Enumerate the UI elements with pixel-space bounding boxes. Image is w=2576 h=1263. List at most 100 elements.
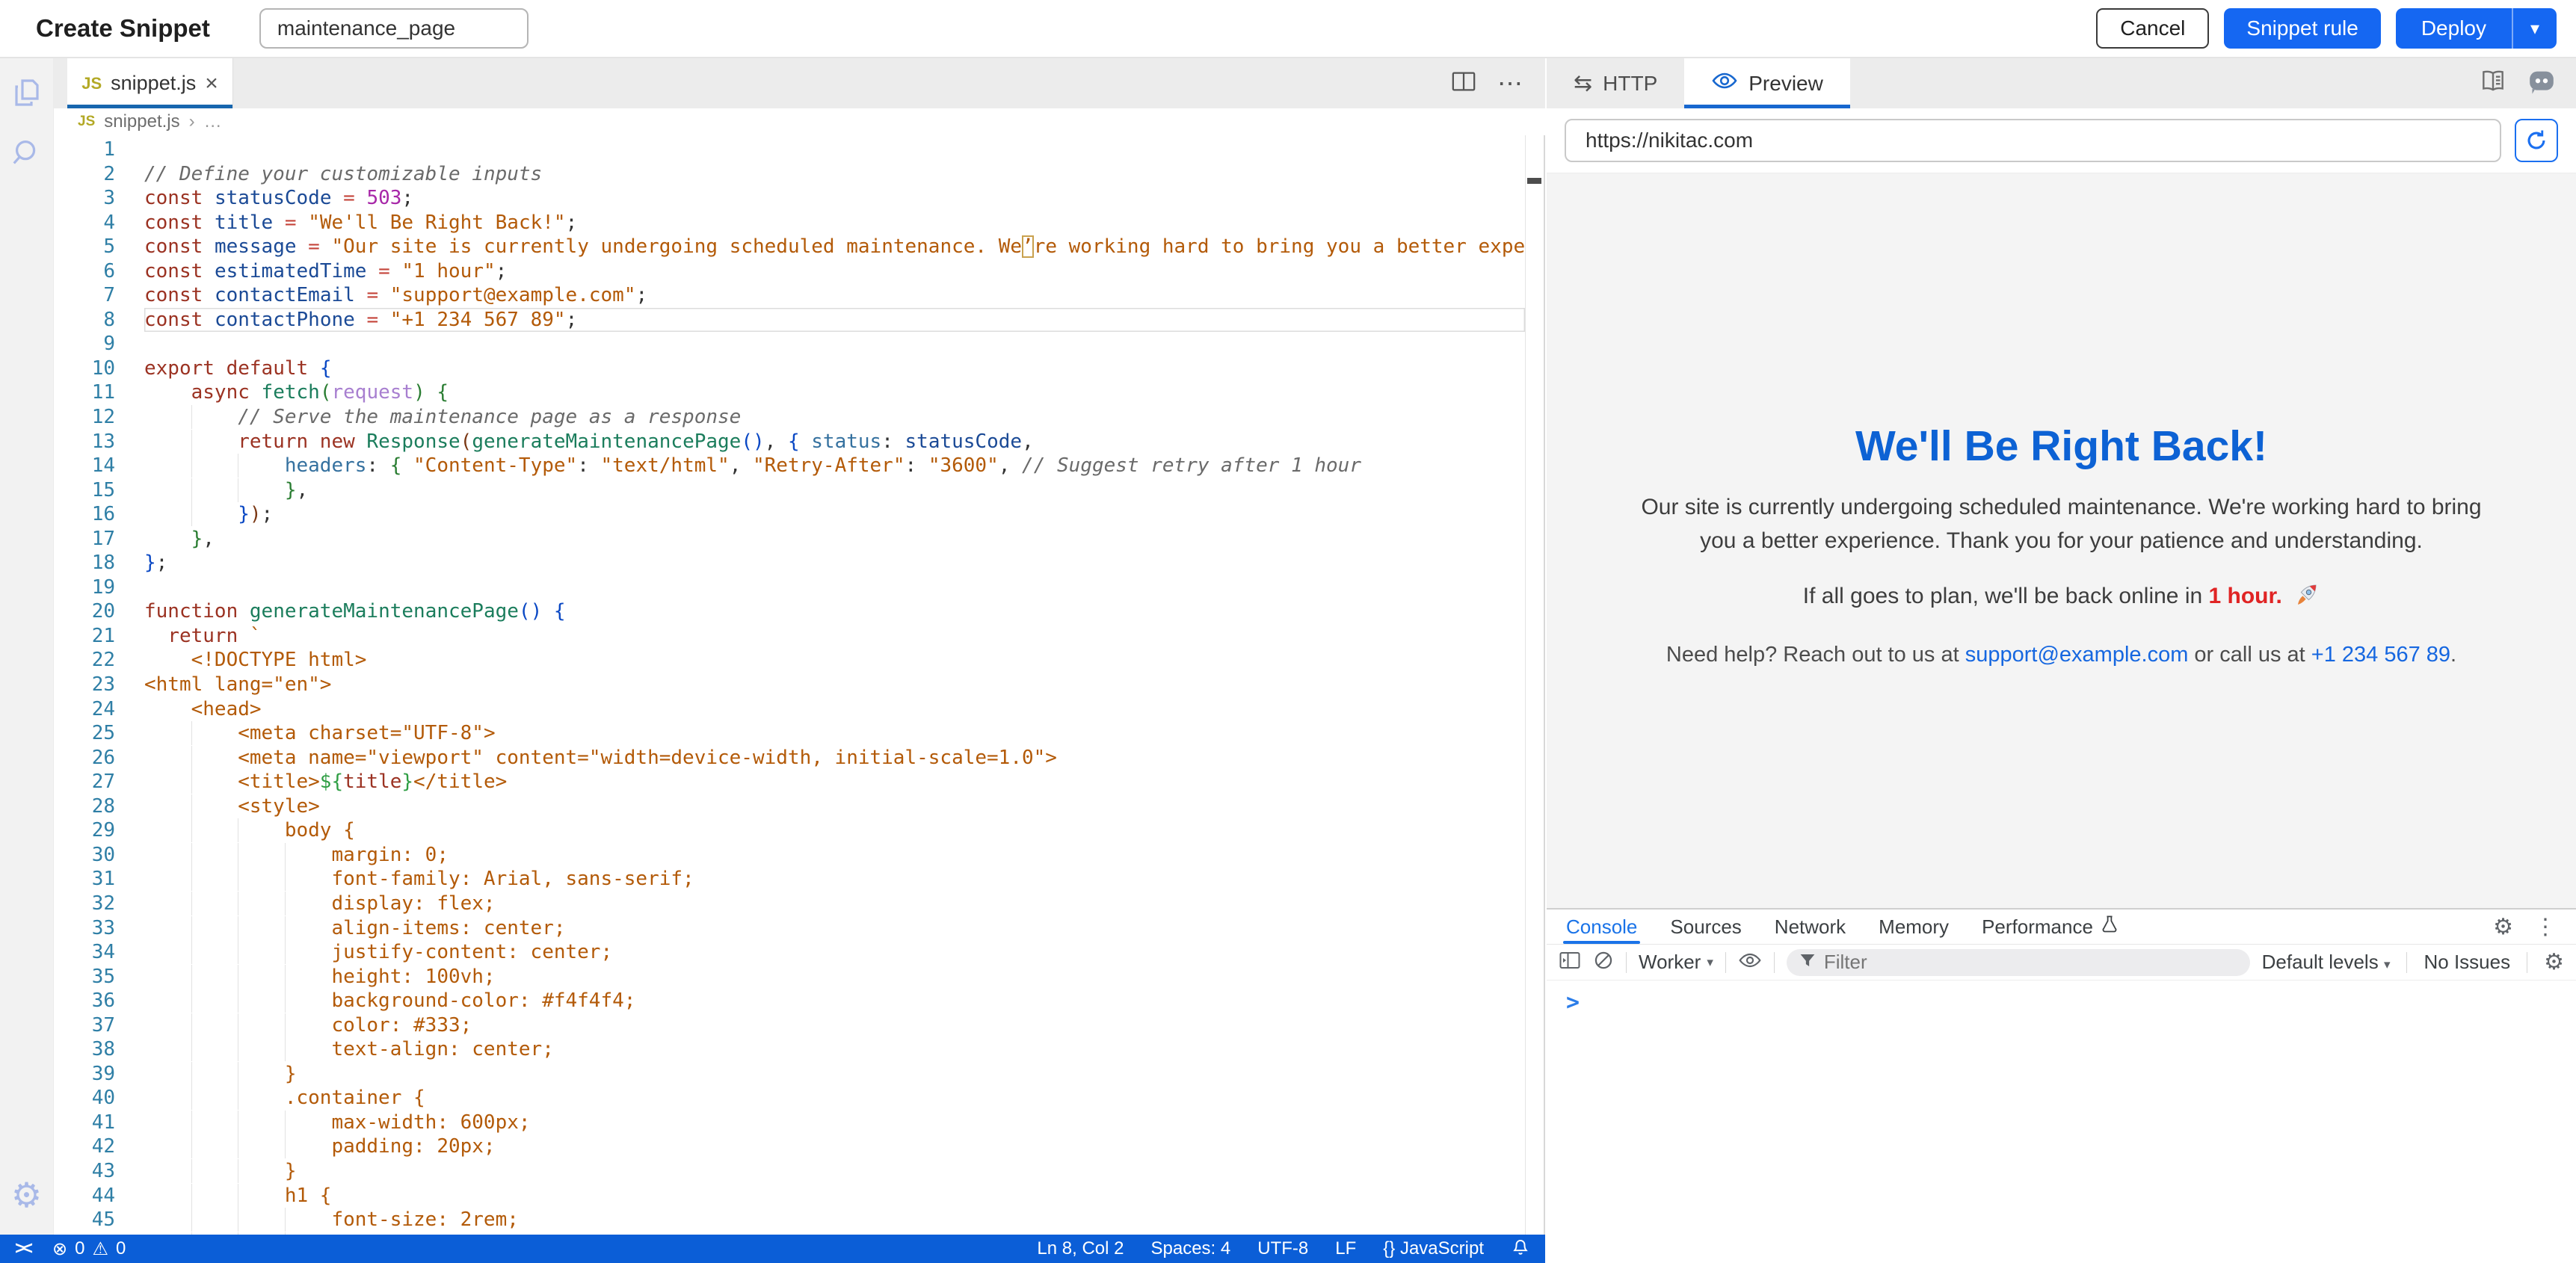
devtools-tab-sources[interactable]: Sources [1670, 910, 1741, 944]
files-icon[interactable] [9, 75, 45, 111]
code-line[interactable]: 37color: #333; [54, 1013, 1525, 1038]
code-line[interactable]: 10export default { [54, 356, 1525, 381]
url-input[interactable] [1565, 119, 2501, 162]
code-line[interactable]: 35height: 100vh; [54, 965, 1525, 989]
remote-indicator-icon[interactable]: >< [15, 1238, 30, 1259]
code-line[interactable]: 8const contactPhone = "+1 234 567 89"; [54, 308, 1525, 333]
code-line[interactable]: 19 [54, 575, 1525, 600]
cursor-position[interactable]: Ln 8, Col 2 [1037, 1238, 1124, 1259]
code-line[interactable]: 28<style> [54, 794, 1525, 819]
devtools-settings-gear-icon[interactable]: ⚙ [2493, 914, 2513, 940]
notifications-bell-icon[interactable] [1511, 1236, 1530, 1262]
deploy-dropdown-button[interactable]: ▾ [2513, 8, 2557, 49]
problems-status[interactable]: ⊗ 0 ⚠ 0 [52, 1238, 126, 1260]
code-line[interactable]: 18}; [54, 551, 1525, 575]
code-line[interactable]: 17}, [54, 527, 1525, 552]
code-line[interactable]: 1 [54, 138, 1525, 162]
console-body[interactable]: > [1547, 981, 2576, 1016]
console-settings-gear-icon[interactable]: ⚙ [2544, 949, 2564, 975]
code-line[interactable]: 14headers: { "Content-Type": "text/html"… [54, 454, 1525, 478]
tab-snippet-js[interactable]: JS snippet.js × [67, 58, 233, 108]
code-line[interactable]: 33align-items: center; [54, 916, 1525, 941]
phone-link[interactable]: +1 234 567 89 [2311, 643, 2450, 667]
support-email-link[interactable]: support@example.com [1965, 643, 2189, 667]
code-line[interactable]: 22<!DOCTYPE html> [54, 648, 1525, 673]
code-line[interactable]: 9 [54, 332, 1525, 356]
code-line[interactable]: 2// Define your customizable inputs [54, 162, 1525, 187]
devtools-tab-console[interactable]: Console [1566, 910, 1637, 944]
tab-preview[interactable]: Preview [1684, 58, 1850, 108]
code-line[interactable]: 30margin: 0; [54, 843, 1525, 868]
eol-sequence[interactable]: LF [1335, 1238, 1356, 1259]
close-tab-icon[interactable]: × [205, 72, 218, 95]
tab-http[interactable]: ⇆ HTTP [1547, 58, 1684, 108]
more-actions-icon[interactable]: ⋯ [1497, 69, 1524, 99]
snippet-name-input[interactable] [259, 8, 529, 49]
code-line[interactable]: 23<html lang="en"> [54, 673, 1525, 697]
code-line[interactable]: 32display: flex; [54, 892, 1525, 916]
snippet-rule-button[interactable]: Snippet rule [2224, 8, 2380, 49]
code-line[interactable]: 34justify-content: center; [54, 940, 1525, 965]
discord-icon[interactable] [2527, 67, 2557, 100]
docs-book-icon[interactable] [2479, 67, 2507, 99]
line-number: 26 [54, 746, 115, 771]
code-line[interactable]: 13return new Response(generateMaintenanc… [54, 430, 1525, 454]
code-line[interactable]: 6const estimatedTime = "1 hour"; [54, 259, 1525, 284]
code-line[interactable]: 7const contactEmail = "support@example.c… [54, 283, 1525, 308]
code-line[interactable]: 42padding: 20px; [54, 1134, 1525, 1159]
code-line[interactable]: 20function generateMaintenancePage() { [54, 599, 1525, 624]
editor-scrollbar[interactable] [1525, 135, 1543, 1235]
breadcrumb-symbol[interactable]: … [204, 111, 222, 132]
code-line[interactable]: 4const title = "We'll Be Right Back!"; [54, 211, 1525, 235]
split-editor-icon[interactable] [1451, 70, 1476, 96]
refresh-button[interactable] [2515, 119, 2558, 162]
code-editor[interactable]: 12// Define your customizable inputs3con… [54, 135, 1525, 1235]
no-issues-status[interactable]: No Issues [2424, 951, 2510, 974]
chevron-right-icon: › [189, 111, 195, 132]
breadcrumb[interactable]: JS snippet.js › … [54, 108, 1545, 135]
devtools-tab-performance[interactable]: Performance [1982, 910, 2119, 944]
devtools-tab-memory[interactable]: Memory [1879, 910, 1949, 944]
console-filter[interactable] [1787, 949, 2250, 976]
code-line[interactable]: 11async fetch(request) { [54, 380, 1525, 405]
code-line[interactable]: 21 return ` [54, 624, 1525, 649]
language-mode[interactable]: {} JavaScript [1383, 1238, 1484, 1259]
code-line[interactable]: 43} [54, 1159, 1525, 1184]
console-sidebar-icon[interactable] [1559, 950, 1581, 975]
settings-gear-icon[interactable]: ⚙ [11, 1175, 42, 1215]
code-line[interactable]: 39} [54, 1062, 1525, 1087]
console-context-selector[interactable]: Worker ▾ [1639, 951, 1713, 974]
code-line[interactable]: 29body { [54, 818, 1525, 843]
code-line[interactable]: 12// Serve the maintenance page as a res… [54, 405, 1525, 430]
code-line[interactable]: 38text-align: center; [54, 1037, 1525, 1062]
code-line[interactable]: 31font-family: Arial, sans-serif; [54, 867, 1525, 892]
console-prompt-chevron[interactable]: > [1566, 989, 1580, 1016]
code-line[interactable]: 44h1 { [54, 1184, 1525, 1208]
code-line[interactable]: 24<head> [54, 697, 1525, 722]
code-line[interactable]: 5const message = "Our site is currently … [54, 235, 1525, 259]
code-line[interactable]: 41max-width: 600px; [54, 1111, 1525, 1135]
code-line[interactable]: 40.container { [54, 1086, 1525, 1111]
breadcrumb-file[interactable]: snippet.js [104, 111, 179, 132]
deploy-button[interactable]: Deploy [2396, 8, 2513, 49]
line-number: 22 [54, 648, 115, 673]
filter-input[interactable] [1824, 951, 2238, 974]
code-line[interactable]: 26<meta name="viewport" content="width=d… [54, 746, 1525, 771]
default-levels-dropdown[interactable]: Default levels ▾ [2262, 951, 2391, 974]
encoding[interactable]: UTF-8 [1257, 1238, 1308, 1259]
clear-console-icon[interactable] [1593, 950, 1614, 975]
cancel-button[interactable]: Cancel [2096, 8, 2209, 49]
code-line[interactable]: 16}); [54, 502, 1525, 527]
code-line[interactable]: 3const statusCode = 503; [54, 186, 1525, 211]
devtools-menu-kebab-icon[interactable]: ⋮ [2534, 914, 2557, 940]
code-line[interactable]: 45font-size: 2rem; [54, 1208, 1525, 1232]
code-line[interactable]: 36background-color: #f4f4f4; [54, 989, 1525, 1013]
live-expression-eye-icon[interactable] [1738, 951, 1762, 974]
maintenance-message: Our site is currently undergoing schedul… [1624, 490, 2499, 558]
indentation[interactable]: Spaces: 4 [1151, 1238, 1231, 1259]
devtools-tab-network[interactable]: Network [1775, 910, 1846, 944]
search-icon[interactable] [10, 136, 44, 170]
code-line[interactable]: 15}, [54, 478, 1525, 503]
code-line[interactable]: 25<meta charset="UTF-8"> [54, 721, 1525, 746]
code-line[interactable]: 27<title>${title}</title> [54, 770, 1525, 794]
